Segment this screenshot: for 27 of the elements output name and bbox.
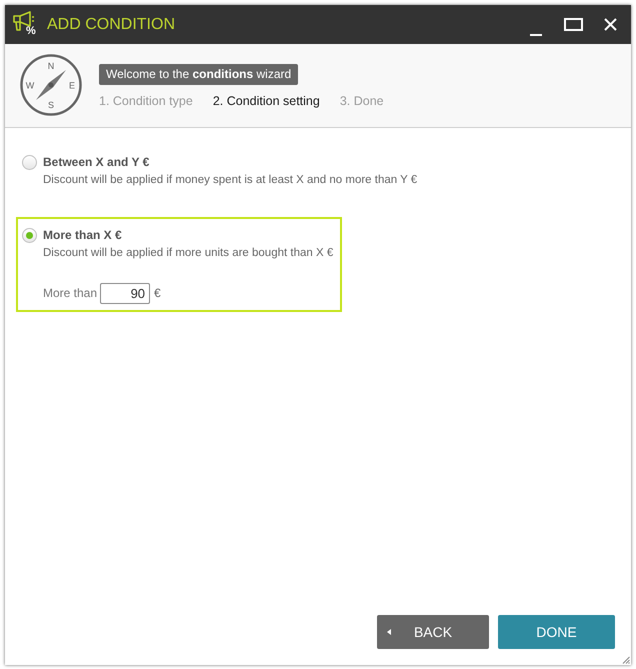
radio-button[interactable] — [22, 155, 37, 170]
field-label: More than — [43, 285, 98, 302]
option-title: Between X and Y € — [43, 154, 150, 170]
back-button[interactable]: BACK — [377, 615, 489, 649]
window-title: ADD CONDITION — [47, 14, 175, 34]
percent-sign: % — [26, 24, 36, 36]
welcome-badge: Welcome to the conditions wizard — [99, 64, 298, 85]
maximize-icon — [564, 18, 582, 31]
option-description: Discount will be applied if money spent is at least X and no more than Y € — [43, 173, 418, 188]
wizard-step: 2. Condition setting — [212, 93, 320, 109]
close-icon — [604, 18, 616, 31]
option-title: More than X € — [43, 227, 122, 243]
radio-button[interactable] — [22, 228, 37, 243]
wizard-step: 3. Done — [340, 93, 384, 109]
wizard-step: 1. Condition type — [99, 93, 193, 109]
resize-grip-icon — [622, 656, 630, 664]
compass-letter: E — [69, 80, 75, 90]
caret-left-icon — [387, 629, 391, 635]
amount-input[interactable]: 90 — [100, 282, 150, 304]
compass-letter: N — [48, 61, 54, 71]
compass-letter: W — [26, 80, 34, 90]
option-description: Discount will be applied if more units are bought than X € — [43, 246, 334, 261]
done-button[interactable]: DONE — [498, 615, 615, 649]
minimize-icon — [530, 34, 542, 36]
compass-icon — [20, 54, 82, 116]
currency-unit: € — [154, 285, 161, 302]
compass-letter: S — [48, 100, 54, 110]
